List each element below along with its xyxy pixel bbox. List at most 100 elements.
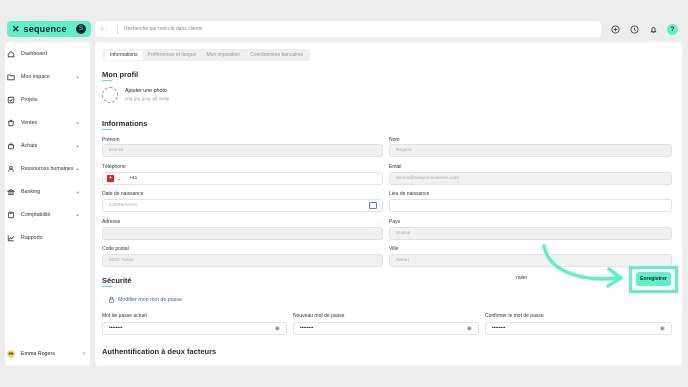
search-bar[interactable]: ⌕ ⌄ Recherche par mot-clé dans clients	[95, 21, 601, 37]
calculator-icon	[6, 211, 15, 220]
sidebar-item-label: Ressources humaines	[21, 166, 74, 172]
confirm-password-label: Confirmer le mot de passe	[485, 313, 544, 319]
user-name: Emma Rogers	[21, 351, 55, 357]
profile-title: Mon profil	[102, 70, 139, 79]
brand-name: sequence	[23, 24, 67, 34]
securite-title: Sécurité	[102, 276, 132, 285]
sidebar-item-label: Ventes	[21, 120, 38, 126]
sidebar-item-label: Achats	[21, 143, 38, 149]
sidebar-item-comptabilite[interactable]: Comptabilité ⌄	[6, 209, 84, 221]
main-panel: Informations Préférences et langue Mon i…	[95, 42, 682, 366]
cancel-button[interactable]: nuler	[516, 275, 527, 281]
phone-prefix: +41	[129, 176, 138, 181]
chevron-right-icon: ›	[83, 351, 85, 357]
brand-badge: S	[76, 24, 86, 34]
lieu-naissance-field[interactable]	[389, 199, 672, 212]
save-button[interactable]: Enregistrer	[636, 272, 671, 286]
telephone-label: Téléphone	[102, 164, 126, 170]
sidebar-item-achats[interactable]: Achats ⌄	[6, 140, 84, 152]
nom-field[interactable]: Rogers	[389, 144, 672, 157]
user-menu[interactable]: ER Emma Rogers ›	[7, 348, 87, 360]
current-password-field[interactable]: •••••••• ◉	[102, 322, 287, 335]
tab-coordonnees-bancaires[interactable]: Coordonnées bancaires	[245, 51, 308, 60]
photo-format-hint: png, jpg, jpeg, gif, webp	[125, 96, 170, 101]
sidebar-item-label: Mon espace	[21, 74, 50, 80]
sidebar-item-projets[interactable]: Projets	[6, 94, 84, 106]
add-photo-label[interactable]: Ajouter une photo	[125, 88, 167, 94]
title-underline	[102, 286, 112, 287]
brand-logo[interactable]: ✕ sequence S	[7, 21, 91, 37]
search-scope-dropdown[interactable]: ⌕ ⌄	[101, 26, 115, 32]
sidebar-item-label: Banking	[21, 189, 41, 195]
sequence-logo-icon: ✕	[12, 23, 20, 34]
sidebar-item-rapports[interactable]: Rapports	[6, 232, 84, 244]
sidebar	[5, 42, 90, 366]
sidebar-item-banking[interactable]: Banking ⌄	[6, 186, 84, 198]
date-naissance-field[interactable]: JJ/MM/AAAA	[102, 199, 383, 212]
sales-icon	[6, 119, 15, 128]
change-password-link[interactable]: Modifier mon mot de passe	[108, 296, 182, 303]
folder-user-icon	[6, 73, 15, 82]
chevron-down-icon: ⌄	[105, 26, 108, 32]
chevron-down-icon[interactable]: ⌄	[117, 176, 121, 182]
annotation-arrow	[542, 244, 623, 288]
email-field[interactable]: emma@easyinnovations.com	[389, 172, 672, 185]
twofa-title: Authentification à deux facteurs	[102, 347, 217, 356]
app-window: ✕ sequence S ⌕ ⌄ Recherche par mot-clé d…	[0, 0, 688, 387]
email-label: Email	[389, 164, 402, 170]
sidebar-item-ventes[interactable]: Ventes ⌄	[6, 117, 84, 129]
ville-label: Ville	[389, 246, 399, 252]
avatar: ER	[7, 350, 15, 358]
sidebar-item-label: Dashboard	[21, 51, 47, 57]
calendar-icon[interactable]	[369, 202, 377, 209]
eye-icon[interactable]: ◉	[275, 325, 280, 332]
tab-informations[interactable]: Informations	[105, 50, 143, 60]
lock-icon	[109, 296, 114, 303]
title-underline	[102, 80, 112, 81]
check-square-icon	[6, 96, 15, 105]
save-highlight: Enregistrer	[629, 266, 678, 293]
chevron-down-icon: ⌄	[74, 189, 80, 195]
divider	[117, 24, 118, 34]
sidebar-item-ressources-humaines[interactable]: Ressources humaines ⌄	[6, 163, 84, 175]
add-photo-button[interactable]	[102, 87, 118, 103]
chevron-down-icon: ⌄	[74, 212, 80, 218]
search-input[interactable]: Recherche par mot-clé dans clients	[124, 26, 202, 32]
sidebar-item-dashboard[interactable]: Dashboard	[6, 48, 84, 60]
confirm-password-field[interactable]: •••••••• ◉	[485, 322, 672, 335]
new-password-field[interactable]: •••••••• ◉	[293, 322, 479, 335]
sidebar-item-mon-espace[interactable]: Mon espace ⌄	[6, 71, 84, 83]
change-password-label: Modifier mon mot de passe	[118, 296, 182, 303]
prenom-field[interactable]: Emma	[102, 144, 383, 157]
swiss-flag-icon[interactable]: +	[107, 175, 114, 182]
informations-title: Informations	[102, 119, 148, 128]
date-naissance-label: Date de naissance	[102, 191, 144, 197]
adresse-field[interactable]	[102, 227, 383, 240]
sidebar-item-label: Comptabilité	[21, 212, 51, 218]
chevron-down-icon: ⌄	[74, 166, 80, 172]
bank-icon	[6, 188, 15, 197]
eye-icon[interactable]: ◉	[660, 325, 665, 332]
bell-icon[interactable]	[648, 24, 659, 35]
date-placeholder: JJ/MM/AAAA	[109, 203, 138, 208]
pays-field[interactable]: Suisse	[389, 227, 672, 240]
tab-preferences[interactable]: Préférences et langue	[143, 51, 202, 60]
add-icon[interactable]	[610, 24, 621, 35]
nom-label: Nom	[389, 137, 400, 143]
lieu-naissance-label: Lieu de naissance	[389, 191, 430, 197]
clock-icon[interactable]	[629, 24, 640, 35]
code-postal-field[interactable]: 5000 Aarau	[102, 254, 383, 267]
chart-line-icon	[6, 234, 15, 243]
search-icon: ⌕	[101, 26, 104, 32]
sidebar-item-label: Rapports	[21, 235, 43, 241]
tab-imposition[interactable]: Mon imposition	[201, 51, 245, 60]
new-password-value: ••••••••	[300, 326, 314, 331]
adresse-label: Adresse	[102, 219, 121, 225]
new-password-label: Nouveau mot de passe	[293, 313, 345, 319]
chevron-down-icon: ⌄	[74, 143, 80, 149]
prenom-label: Prénom	[102, 137, 120, 143]
eye-icon[interactable]: ◉	[467, 325, 472, 332]
telephone-field[interactable]: + ⌄ +41	[102, 172, 383, 185]
help-icon[interactable]: ?	[667, 24, 678, 35]
current-password-value: ••••••••	[109, 326, 123, 331]
